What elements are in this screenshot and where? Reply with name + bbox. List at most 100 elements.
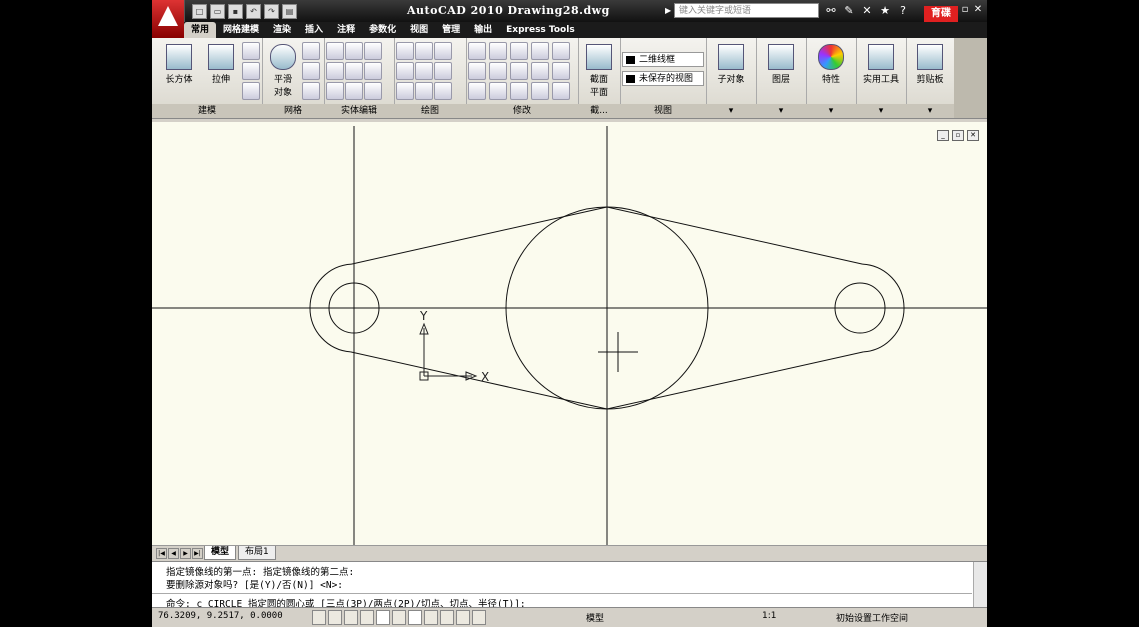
tab-insert[interactable]: 插入 [298, 22, 330, 38]
tab-express-tools[interactable]: Express Tools [499, 22, 582, 38]
imprint-icon[interactable] [364, 62, 382, 80]
section-plane-button[interactable]: 截面 平面 [580, 44, 618, 98]
open-file-icon[interactable]: ▭ [210, 4, 225, 19]
view-group-title[interactable]: 视图 [620, 104, 706, 118]
properties-group-title[interactable]: ▾ [806, 104, 856, 118]
modify-group-title[interactable]: 修改 [466, 104, 578, 118]
3d-scale-icon[interactable] [531, 42, 549, 60]
polygon-icon[interactable] [396, 82, 414, 100]
subobject-group-title[interactable]: ▾ [706, 104, 756, 118]
ellipse-icon[interactable] [434, 82, 452, 100]
circle-icon[interactable] [434, 62, 452, 80]
eraser-icon[interactable] [242, 62, 260, 80]
mesh-uncrease-icon[interactable] [302, 82, 320, 100]
utilities-group-title[interactable]: ▾ [856, 104, 906, 118]
tools-icon[interactable]: ✕ [860, 3, 874, 18]
mirror-icon[interactable] [468, 42, 486, 60]
saved-view-dropdown[interactable]: 未保存的视图 [622, 71, 704, 86]
mesh-crease-icon[interactable] [302, 62, 320, 80]
ducs-toggle[interactable] [424, 610, 438, 625]
erase-icon[interactable] [531, 82, 549, 100]
box-button[interactable]: 长方体 [160, 44, 198, 85]
workspace-switch[interactable]: 初始设置工作空间 [836, 611, 908, 624]
helix-icon[interactable] [415, 42, 433, 60]
model-space-button[interactable]: 模型 [586, 611, 604, 624]
draw-group-title[interactable]: 绘图 [394, 104, 466, 118]
rectangle-icon[interactable] [415, 82, 433, 100]
favorites-icon[interactable]: ★ [878, 3, 892, 18]
binoculars-icon[interactable]: ⚯ [824, 3, 838, 18]
prev-layout-icon[interactable]: ◀ [168, 548, 179, 559]
tab-model[interactable]: 模型 [204, 546, 237, 560]
mesh-refine-icon[interactable] [302, 42, 320, 60]
smooth-object-button[interactable]: 平滑 对象 [264, 44, 302, 98]
visual-style-dropdown[interactable]: 二维线框 [622, 52, 704, 67]
drawing-canvas[interactable]: _ ▫ ✕ Y X [152, 122, 987, 545]
command-scrollbar[interactable] [973, 562, 987, 608]
tab-output[interactable]: 输出 [467, 22, 499, 38]
lineweight-toggle[interactable] [456, 610, 470, 625]
utilities-button[interactable]: 实用工具 [862, 44, 900, 85]
arc-icon[interactable] [434, 42, 452, 60]
offset-edges-icon[interactable] [364, 82, 382, 100]
snap-toggle[interactable] [312, 610, 326, 625]
search-input[interactable]: 键入关键字或短语 [674, 3, 819, 18]
presspull-icon[interactable] [242, 42, 260, 60]
intersect-icon[interactable] [326, 82, 344, 100]
3d-array-icon[interactable] [489, 82, 507, 100]
fillet-icon[interactable] [531, 62, 549, 80]
grid-toggle[interactable] [328, 610, 342, 625]
print-icon[interactable]: ▤ [282, 4, 297, 19]
solid-edit-group-title[interactable]: 实体编辑 [324, 104, 394, 118]
undo-icon[interactable]: ↶ [246, 4, 261, 19]
ortho-toggle[interactable] [344, 610, 358, 625]
section-group-title[interactable]: 截... [578, 104, 620, 118]
interfere-icon[interactable] [345, 82, 363, 100]
polyline-icon[interactable] [396, 42, 414, 60]
osnap-toggle[interactable] [376, 610, 390, 625]
offset-icon[interactable] [489, 62, 507, 80]
application-menu-button[interactable] [152, 0, 185, 38]
array-icon[interactable] [468, 82, 486, 100]
restore-icon[interactable]: ▫ [960, 4, 970, 15]
first-layout-icon[interactable]: |◀ [156, 548, 167, 559]
qp-toggle[interactable] [472, 610, 486, 625]
subobject-button[interactable]: 子对象 [712, 44, 750, 85]
trim-icon[interactable] [552, 42, 570, 60]
separate-icon[interactable] [345, 62, 363, 80]
extrude-button[interactable]: 拉伸 [202, 44, 240, 85]
close-icon[interactable]: ✕ [973, 4, 983, 15]
union-icon[interactable] [326, 42, 344, 60]
subtract-icon[interactable] [326, 62, 344, 80]
wrench-icon[interactable]: ✎ [842, 3, 856, 18]
last-layout-icon[interactable]: ▶| [192, 548, 203, 559]
line-icon[interactable] [415, 62, 433, 80]
layers-group-title[interactable]: ▾ [756, 104, 806, 118]
3d-osnap-toggle[interactable] [392, 610, 406, 625]
search-expand-icon[interactable]: ▶ [665, 6, 671, 15]
spline-icon[interactable] [396, 62, 414, 80]
tab-render[interactable]: 渲染 [266, 22, 298, 38]
dyn-toggle[interactable] [440, 610, 454, 625]
chamfer-icon[interactable] [552, 62, 570, 80]
next-layout-icon[interactable]: ▶ [180, 548, 191, 559]
rotate-icon[interactable] [510, 62, 528, 80]
tab-mesh-modeling[interactable]: 网格建模 [216, 22, 266, 38]
modeling-group-title[interactable]: 建模 [152, 104, 262, 118]
redo-icon[interactable]: ↷ [264, 4, 279, 19]
move-icon[interactable] [510, 42, 528, 60]
layers-button[interactable]: 图层 [762, 44, 800, 85]
copy-icon[interactable] [510, 82, 528, 100]
extract-edges-icon[interactable] [364, 42, 382, 60]
otrack-toggle[interactable] [408, 610, 422, 625]
tab-view[interactable]: 视图 [403, 22, 435, 38]
new-file-icon[interactable]: □ [192, 4, 207, 19]
tab-parametric[interactable]: 参数化 [362, 22, 403, 38]
polar-toggle[interactable] [360, 610, 374, 625]
tab-manage[interactable]: 管理 [435, 22, 467, 38]
tab-layout1[interactable]: 布局1 [238, 546, 276, 560]
tab-annotate[interactable]: 注释 [330, 22, 362, 38]
properties-painter-icon[interactable] [552, 82, 570, 100]
properties-button[interactable]: 特性 [812, 44, 850, 85]
clipboard-button[interactable]: 剪贴板 [911, 44, 949, 85]
